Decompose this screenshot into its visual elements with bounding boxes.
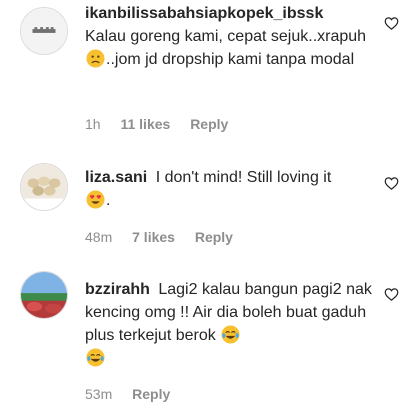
- avatar[interactable]: [20, 7, 68, 55]
- comment-likes-link[interactable]: 7 likes: [132, 229, 175, 245]
- avatar[interactable]: [20, 163, 68, 211]
- comment-body: ikanbilissabahsiapkopek_ibssk Kalau gore…: [85, 2, 375, 71]
- comment-time: 1h: [85, 116, 101, 132]
- comment-text-continued: ..jom jd dropship kami tanpa modal: [106, 51, 355, 68]
- reply-button[interactable]: Reply: [132, 386, 170, 402]
- comment-time: 48m: [85, 229, 113, 245]
- comment-time: 53m: [85, 386, 113, 402]
- comment-text: I don't mind! Still loving it: [155, 169, 332, 186]
- comment-meta: 1h 11 likes Reply: [85, 116, 244, 132]
- like-heart-icon[interactable]: [384, 176, 399, 191]
- comment-body: bzzirahh Lagi2 kalau bangun pagi2 nak ke…: [85, 278, 375, 370]
- like-heart-icon[interactable]: [384, 287, 399, 302]
- reply-button[interactable]: Reply: [195, 229, 233, 245]
- worried-face-icon: [86, 49, 105, 68]
- reply-button[interactable]: Reply: [190, 116, 228, 132]
- comment-meta: 48m 7 likes Reply: [85, 229, 249, 245]
- comment-body: liza.sani I don't mind! Still loving it …: [85, 166, 375, 212]
- comment-username[interactable]: ikanbilissabahsiapkopek_ibssk: [85, 2, 371, 25]
- comment-text: Kalau goreng kami, cepat sejuk..xrapuh: [85, 28, 367, 45]
- tears-of-joy-face-icon: [221, 325, 240, 344]
- comment-likes-link[interactable]: 11 likes: [120, 116, 170, 132]
- comment-username[interactable]: liza.sani: [85, 169, 147, 186]
- like-heart-icon[interactable]: [384, 16, 399, 31]
- comments-list: ikanbilissabahsiapkopek_ibssk Kalau gore…: [0, 0, 419, 419]
- avatar[interactable]: [20, 271, 68, 319]
- heart-eyes-face-icon: [86, 190, 105, 209]
- comment-text-continued: .: [106, 192, 111, 209]
- comment-username[interactable]: bzzirahh: [85, 281, 150, 298]
- tears-of-joy-face-icon: [86, 348, 105, 367]
- comment-meta: 53m Reply: [85, 386, 186, 402]
